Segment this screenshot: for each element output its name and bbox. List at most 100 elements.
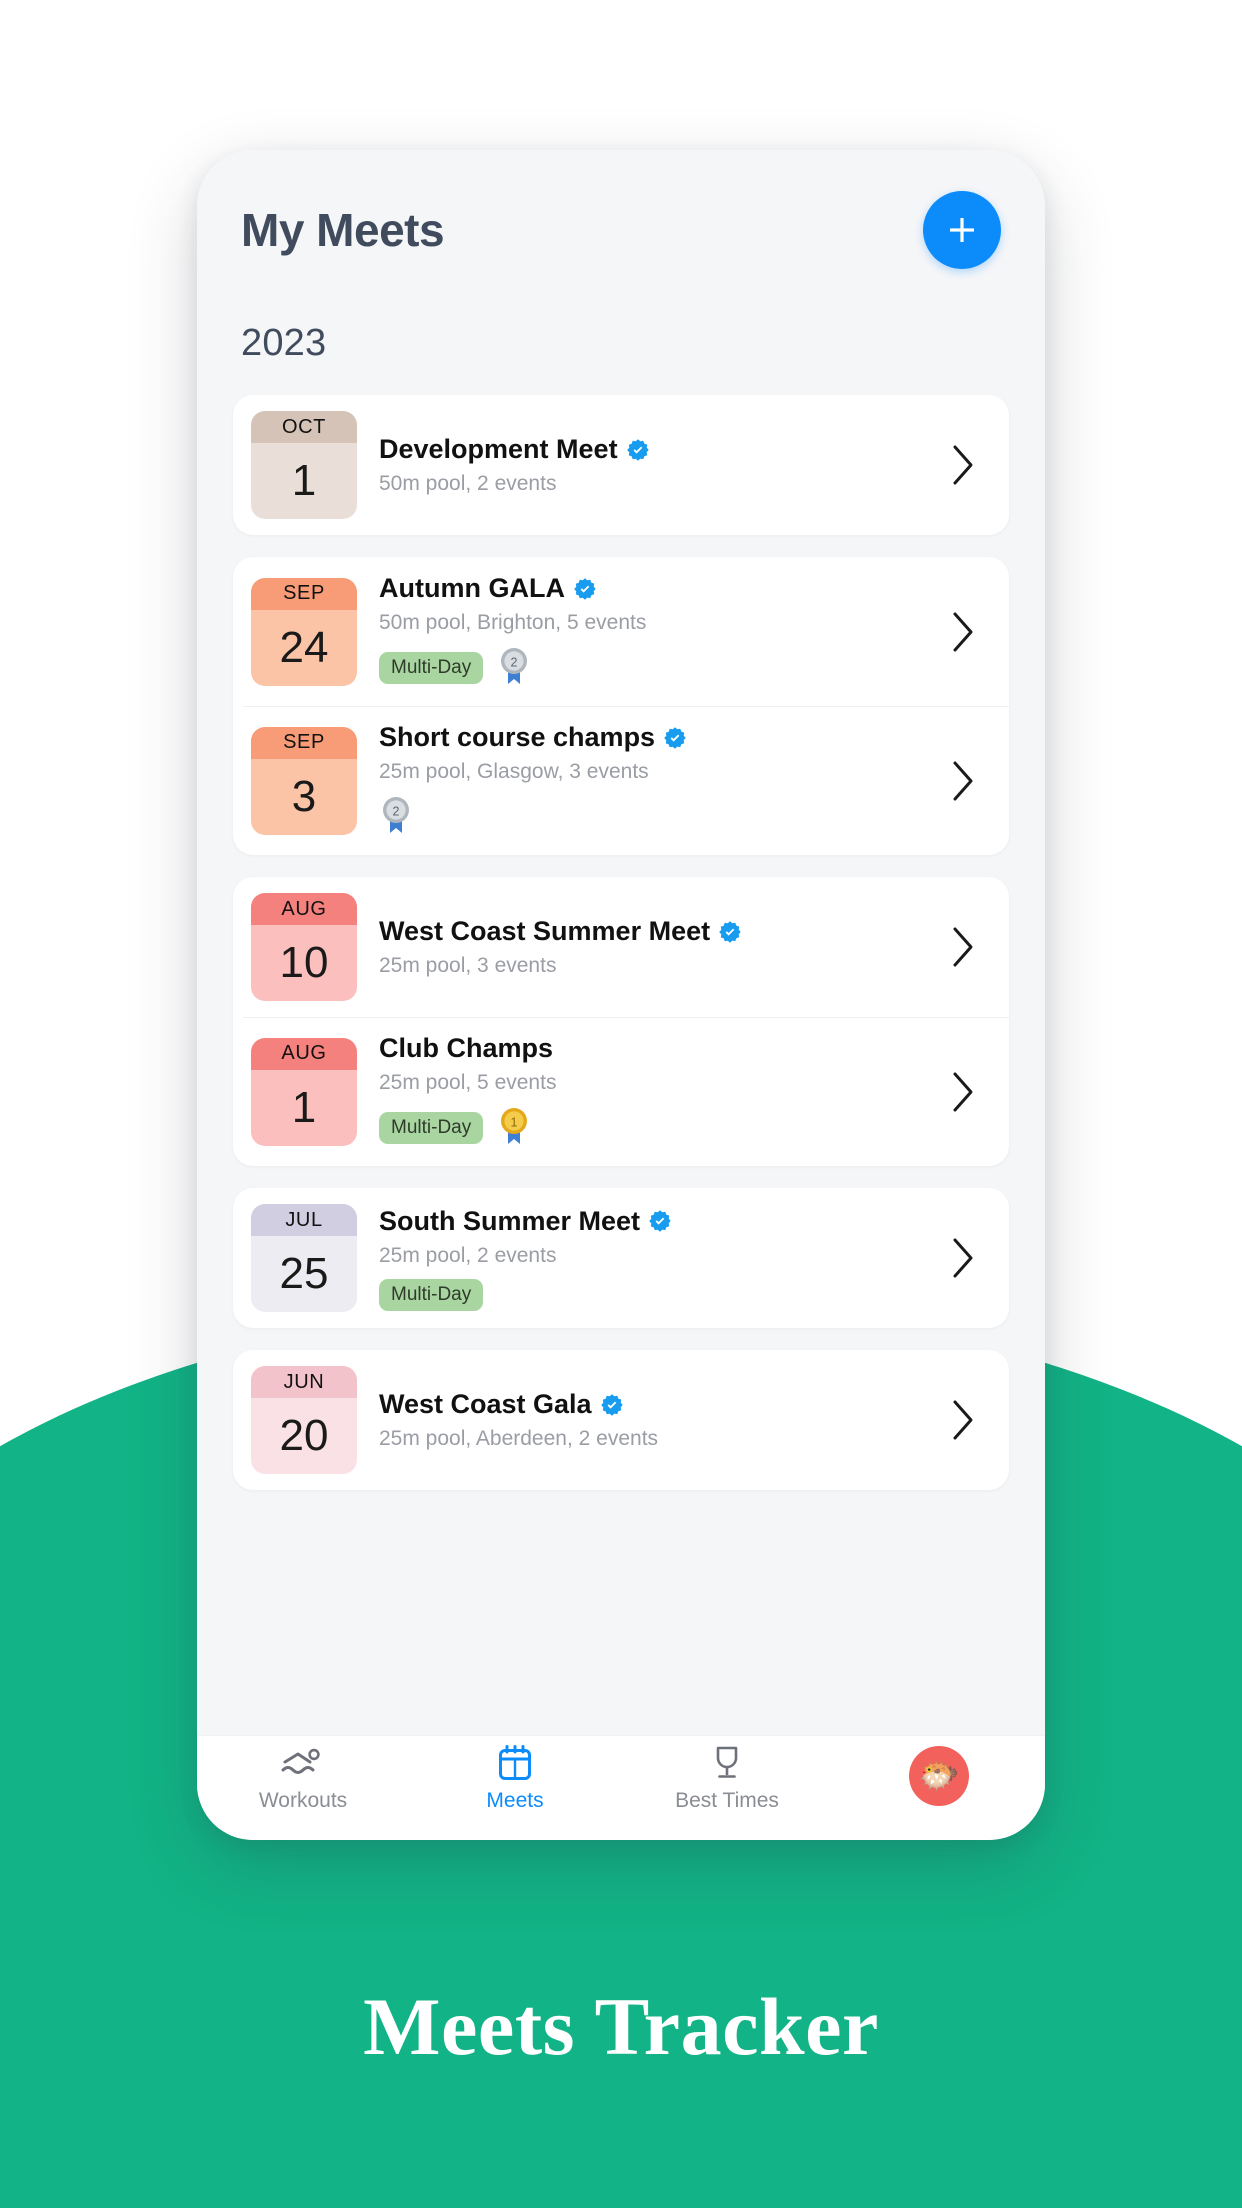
- meet-subtitle: 25m pool, 3 events: [379, 954, 557, 977]
- meet-row[interactable]: JUL 25 South Summer Meet 25m pool, 2 events…: [233, 1188, 1009, 1328]
- meet-info: West Coast Gala 25m pool, Aberdeen, 2 eve…: [357, 1389, 943, 1451]
- date-tile-day: 25: [251, 1236, 357, 1312]
- multi-day-badge: Multi-Day: [379, 652, 484, 684]
- meet-title: Club Champs: [379, 1033, 554, 1063]
- meet-tag-row: 2: [379, 795, 943, 839]
- date-tile-day: 3: [251, 758, 357, 835]
- date-tile: JUN 20: [251, 1366, 357, 1474]
- verified-badge-icon: [574, 577, 596, 600]
- meet-subtitle: 50m pool, Brighton, 5 events: [379, 611, 647, 634]
- fish-icon: 🐡: [909, 1746, 969, 1806]
- app-header: My Meets: [197, 150, 1045, 310]
- meet-chevron[interactable]: [943, 443, 983, 487]
- meet-row[interactable]: SEP 3 Short course champs 25m pool, Glasgow…: [233, 706, 1009, 855]
- verified-badge-icon: [626, 438, 649, 461]
- calendar-icon: [498, 1744, 532, 1782]
- meet-tag-row: Multi-Day 1: [379, 1106, 943, 1150]
- tab-best-times-label: Best Times: [675, 1789, 779, 1812]
- meet-chevron[interactable]: [943, 925, 983, 969]
- meet-tag-row: Multi-Day 2: [379, 646, 943, 690]
- tab-best-times[interactable]: Best Times: [652, 1744, 802, 1813]
- meet-row[interactable]: OCT 1 Development Meet 50m pool, 2 events: [233, 395, 1009, 535]
- chevron-right-icon: [953, 1400, 973, 1440]
- meet-group: AUG 10 West Coast Summer Meet 25m pool, 3 e…: [233, 877, 1009, 1166]
- verified-badge-icon: [664, 726, 686, 749]
- verified-badge-icon: [649, 1210, 671, 1232]
- date-tile-day: 24: [251, 609, 357, 686]
- date-tile: AUG 10: [251, 893, 357, 1001]
- app-caption: Meets Tracker: [363, 1981, 879, 2072]
- meet-group: OCT 1 Development Meet 50m pool, 2 events: [233, 395, 1009, 535]
- chevron-right-icon: [953, 1072, 973, 1111]
- phone-mockup: My Meets 2023 OCT 1 Development Meet 50m po…: [197, 150, 1045, 1840]
- meet-subtitle: 25m pool, 2 events: [379, 1243, 557, 1267]
- meet-group: JUL 25 South Summer Meet 25m pool, 2 events…: [233, 1188, 1009, 1328]
- tab-meets[interactable]: Meets: [440, 1744, 590, 1813]
- date-tile-month: AUG: [251, 893, 357, 925]
- meet-row[interactable]: JUN 20 West Coast Gala 25m pool, Aberdeen, …: [233, 1350, 1009, 1490]
- meet-row[interactable]: AUG 1 Club Champs 25m pool, 5 events Multi-D…: [233, 1017, 1009, 1166]
- date-tile-month: SEP: [251, 577, 357, 610]
- meet-info: Development Meet 50m pool, 2 events: [357, 434, 943, 496]
- bottom-tab-bar: Workouts Meets Best Times 🐡: [197, 1735, 1045, 1840]
- meet-chevron[interactable]: [943, 759, 983, 803]
- meet-title: South Summer Meet: [379, 1205, 641, 1236]
- swimmer-icon: [281, 1744, 325, 1782]
- meet-chevron[interactable]: [943, 1236, 983, 1280]
- meet-info: South Summer Meet 25m pool, 2 events Multi…: [357, 1206, 943, 1311]
- multi-day-badge: Multi-Day: [379, 1112, 484, 1144]
- meet-chevron[interactable]: [943, 610, 983, 654]
- svg-text:1: 1: [511, 1115, 518, 1129]
- date-tile-day: 20: [251, 1398, 357, 1474]
- meet-title: Short course champs: [379, 722, 656, 752]
- meet-list[interactable]: OCT 1 Development Meet 50m pool, 2 events SE…: [197, 395, 1045, 1735]
- meet-title-row: West Coast Gala: [379, 1389, 943, 1420]
- chevron-right-icon: [953, 612, 973, 651]
- meet-title: Autumn GALA: [379, 573, 565, 603]
- meet-subtitle: 50m pool, 2 events: [379, 472, 557, 495]
- meet-group: SEP 24 Autumn GALA 50m pool, Brighton, 5 ev…: [233, 557, 1009, 855]
- screenshot-root: My Meets 2023 OCT 1 Development Meet 50m po…: [0, 0, 1242, 2208]
- medal-badge-silver-icon: 2: [501, 648, 528, 684]
- date-tile-day: 1: [251, 443, 357, 519]
- tab-workouts-label: Workouts: [258, 1789, 348, 1812]
- medal-badge-silver-icon: 2: [383, 797, 409, 833]
- tab-workouts[interactable]: Workouts: [228, 1744, 378, 1813]
- meet-row[interactable]: AUG 10 West Coast Summer Meet 25m pool, 3 e…: [233, 877, 1009, 1017]
- meet-subtitle: 25m pool, Aberdeen, 2 events: [379, 1427, 659, 1450]
- date-tile: AUG 1: [251, 1037, 357, 1146]
- chevron-right-icon: [953, 927, 973, 967]
- meet-title-row: Autumn GALA: [379, 573, 943, 604]
- date-tile-day: 10: [251, 925, 357, 1001]
- meet-title: Development Meet: [379, 434, 618, 464]
- meet-info: Club Champs 25m pool, 5 events Multi-Day 1: [357, 1033, 943, 1150]
- meet-chevron[interactable]: [943, 1070, 983, 1114]
- year-heading: 2023: [241, 322, 327, 364]
- meet-info: West Coast Summer Meet 25m pool, 3 events: [357, 916, 943, 978]
- date-tile-month: JUN: [251, 1366, 357, 1398]
- date-tile: SEP 3: [251, 726, 357, 835]
- date-tile-month: AUG: [251, 1037, 357, 1070]
- meet-title: West Coast Summer Meet: [379, 916, 711, 946]
- meet-group: JUN 20 West Coast Gala 25m pool, Aberdeen, …: [233, 1350, 1009, 1490]
- meet-info: Autumn GALA 50m pool, Brighton, 5 events M…: [357, 573, 943, 690]
- date-tile-month: OCT: [251, 411, 357, 443]
- plus-icon: [950, 218, 974, 242]
- verified-badge-icon: [719, 920, 741, 943]
- meet-title-row: Short course champs: [379, 722, 943, 753]
- meet-subtitle: 25m pool, Glasgow, 3 events: [379, 760, 649, 783]
- verified-badge-icon: [600, 1393, 623, 1416]
- date-tile: JUL 25: [251, 1204, 357, 1312]
- trophy-icon: [710, 1744, 744, 1782]
- multi-day-badge: Multi-Day: [379, 1278, 484, 1311]
- medal-badge-gold-icon: 1: [501, 1108, 528, 1144]
- tab-profile[interactable]: 🐡: [864, 1744, 1014, 1806]
- date-tile-month: SEP: [251, 726, 357, 759]
- meet-row[interactable]: SEP 24 Autumn GALA 50m pool, Brighton, 5 ev…: [233, 557, 1009, 706]
- meet-tag-row: Multi-Day: [379, 1278, 943, 1311]
- date-tile-month: JUL: [251, 1204, 357, 1236]
- add-meet-button[interactable]: [923, 191, 1001, 269]
- meet-chevron[interactable]: [943, 1398, 983, 1442]
- meet-info: Short course champs 25m pool, Glasgow, 3 …: [357, 722, 943, 839]
- tab-meets-label: Meets: [486, 1789, 544, 1812]
